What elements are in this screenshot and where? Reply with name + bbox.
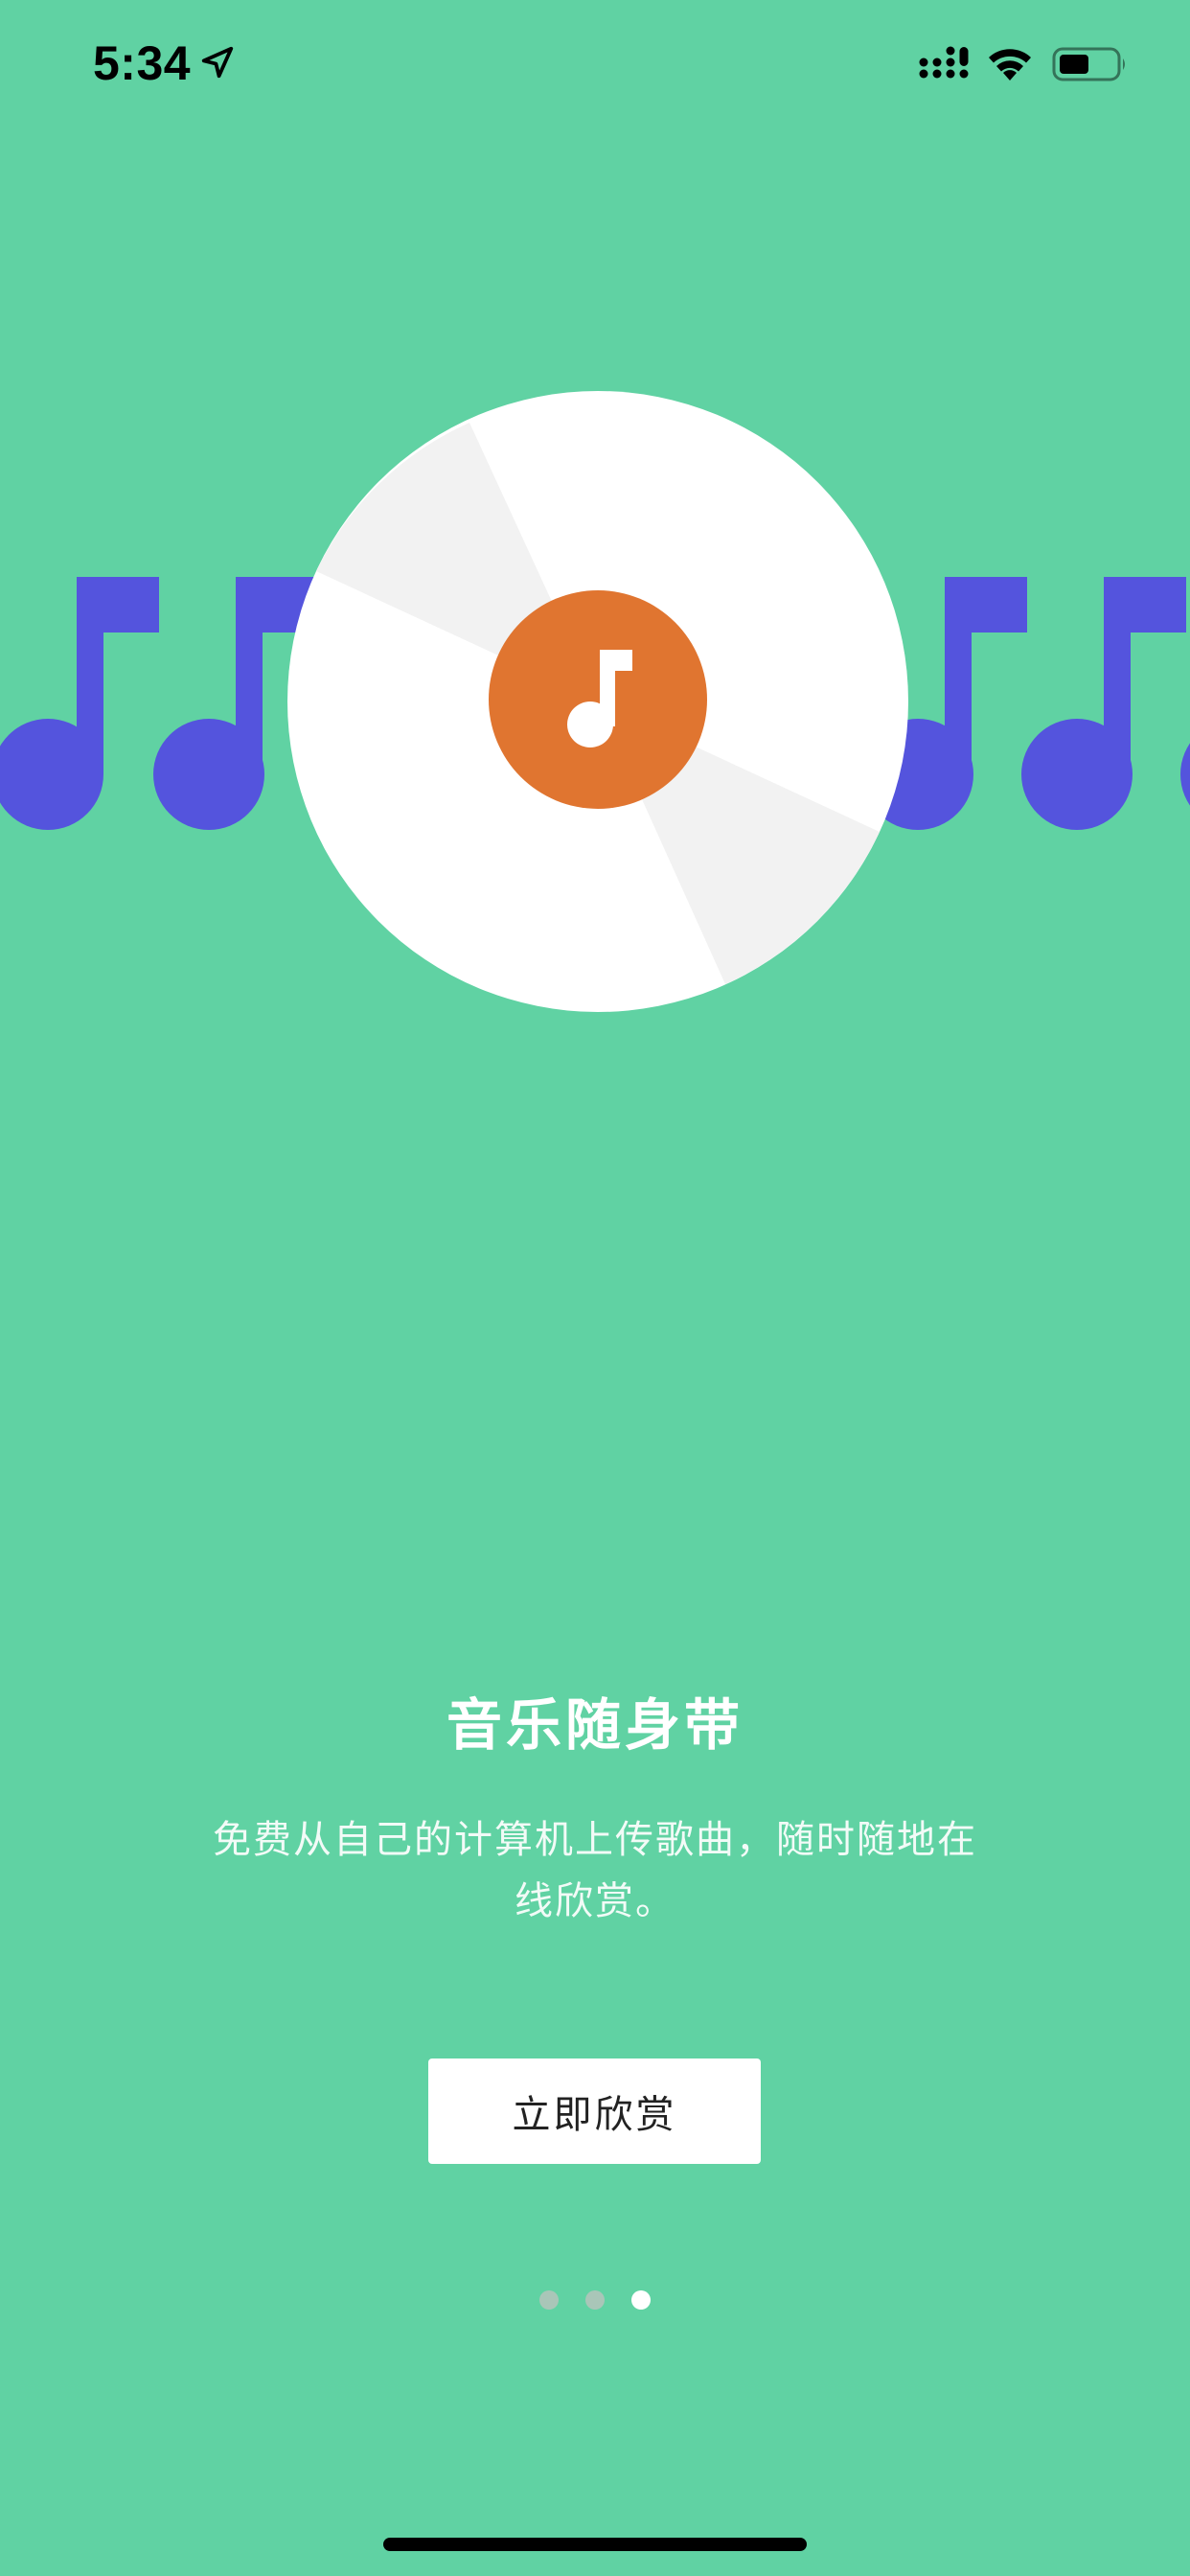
onboarding-content: 音乐随身带 免费从自己的计算机上传歌曲，随时随地在线欣赏。 bbox=[0, 1687, 1190, 1932]
music-note-icon bbox=[0, 577, 159, 830]
page-dot-1[interactable] bbox=[539, 2290, 559, 2310]
enjoy-now-button[interactable]: 立即欣赏 bbox=[428, 2058, 761, 2164]
vinyl-disc-icon bbox=[287, 391, 908, 1012]
page-description: 免费从自己的计算机上传歌曲，随时随地在线欣赏。 bbox=[213, 1818, 977, 1923]
hero-illustration bbox=[0, 391, 1190, 1012]
home-indicator[interactable] bbox=[383, 2538, 807, 2551]
music-note-icon bbox=[1021, 577, 1186, 830]
page-indicator[interactable] bbox=[0, 2290, 1190, 2313]
page-dot-2[interactable] bbox=[585, 2290, 605, 2310]
page-title: 音乐随身带 bbox=[446, 1692, 744, 1758]
page-dot-3[interactable] bbox=[631, 2290, 651, 2310]
